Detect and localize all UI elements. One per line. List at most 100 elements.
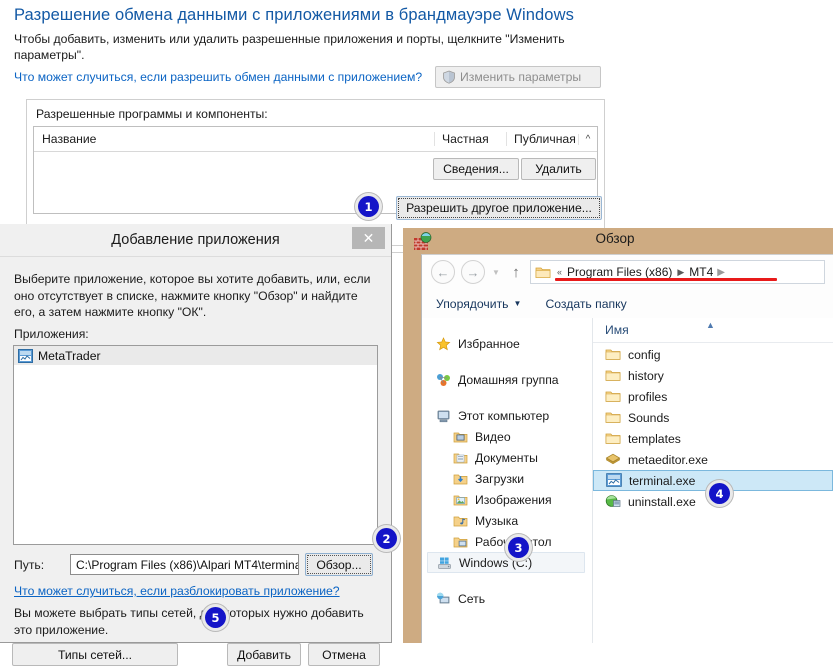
list-item-label: templates bbox=[628, 431, 681, 446]
network-types-button[interactable]: Типы сетей... bbox=[12, 643, 178, 666]
sidebar-item-windows-c[interactable]: Windows (C:) bbox=[427, 552, 585, 573]
dialog-body: Выберите приложение, которое вы хотите д… bbox=[0, 256, 391, 666]
metatrader-icon bbox=[606, 473, 622, 488]
apps-listbox[interactable]: MetaTrader bbox=[13, 345, 378, 545]
folder-icon bbox=[535, 265, 551, 279]
new-folder-label: Создать папку bbox=[545, 296, 627, 311]
documents-folder-icon bbox=[452, 450, 469, 465]
list-item-label: profiles bbox=[628, 389, 668, 404]
sidebar-item-label: Документы bbox=[475, 450, 538, 465]
allowed-programs-label: Разрешенные программы и компоненты: bbox=[36, 107, 268, 121]
allow-other-app-button[interactable]: Разрешить другое приложение... bbox=[396, 196, 602, 220]
pictures-folder-icon bbox=[452, 492, 469, 507]
column-header-private[interactable]: Частная bbox=[434, 132, 506, 146]
remove-button[interactable]: Удалить bbox=[521, 158, 596, 180]
sidebar-item-label: Загрузки bbox=[475, 471, 525, 486]
address-bar[interactable]: « Program Files (x86) ▶ MT4 ▶ bbox=[530, 260, 825, 284]
dialog-description: Выберите приложение, которое вы хотите д… bbox=[14, 272, 371, 319]
breadcrumb-expand-icon[interactable]: ▶ bbox=[715, 267, 725, 278]
arrow-right-icon[interactable]: → bbox=[461, 260, 485, 284]
downloads-folder-icon bbox=[452, 471, 469, 486]
music-folder-icon bbox=[452, 513, 469, 528]
sidebar-item-favorites[interactable]: Избранное bbox=[422, 333, 592, 354]
scroll-up-icon[interactable]: ^ bbox=[578, 133, 597, 145]
breadcrumb-program-files[interactable]: Program Files (x86) bbox=[565, 265, 674, 279]
sidebar-item-documents[interactable]: Документы bbox=[422, 447, 592, 468]
list-item[interactable]: MetaTrader bbox=[14, 346, 377, 365]
list-item[interactable]: metaeditor.exe bbox=[593, 449, 833, 470]
explorer-navigation-bar: ← → ▼ ↑ « Program Files (x86) ▶ MT4 ▶ bbox=[422, 255, 833, 289]
sidebar-item-pictures[interactable]: Изображения bbox=[422, 489, 592, 510]
arrow-left-icon[interactable]: ← bbox=[431, 260, 455, 284]
browse-explorer-window: Обзор ← → ▼ ↑ « Program Files (x86) ▶ MT… bbox=[403, 228, 833, 643]
close-icon[interactable]: ✕ bbox=[352, 227, 385, 249]
list-item[interactable]: templates bbox=[593, 428, 833, 449]
sidebar-item-this-pc[interactable]: Этот компьютер bbox=[422, 405, 592, 426]
add-application-dialog: Добавление приложения ✕ Выберите приложе… bbox=[0, 224, 392, 666]
details-button[interactable]: Сведения... bbox=[433, 158, 519, 180]
folder-icon bbox=[605, 431, 621, 446]
step-badge-2: 2 bbox=[376, 528, 397, 549]
sidebar-item-downloads[interactable]: Загрузки bbox=[422, 468, 592, 489]
chevron-down-icon[interactable]: ▼ bbox=[488, 268, 504, 277]
browse-button[interactable]: Обзор... bbox=[305, 553, 373, 576]
add-button[interactable]: Добавить bbox=[227, 643, 301, 666]
sidebar-item-label: Избранное bbox=[458, 336, 520, 351]
apps-list-label: Приложения: bbox=[14, 327, 89, 341]
cancel-button[interactable]: Отмена bbox=[308, 643, 380, 666]
navigation-pane: Избранное Домашняя группа Этот компьютер… bbox=[422, 318, 592, 643]
list-item[interactable]: profiles bbox=[593, 386, 833, 407]
address-highlight-underline bbox=[555, 278, 777, 281]
drive-icon bbox=[436, 555, 453, 570]
folder-icon bbox=[605, 389, 621, 404]
video-folder-icon bbox=[452, 429, 469, 444]
file-list-pane: Имя ▲ config history profiles Sounds tem… bbox=[593, 318, 833, 643]
path-input[interactable]: C:\Program Files (x86)\Alpari MT4\termin… bbox=[70, 554, 299, 575]
folder-icon bbox=[605, 368, 621, 383]
address-overflow[interactable]: « bbox=[554, 267, 565, 277]
column-header-public[interactable]: Публичная bbox=[506, 132, 578, 146]
sort-asc-icon: ▲ bbox=[706, 320, 715, 330]
list-item-label: metaeditor.exe bbox=[628, 452, 708, 467]
arrow-up-icon[interactable]: ↑ bbox=[506, 264, 526, 281]
step-badge-1: 1 bbox=[358, 196, 379, 217]
caret-down-icon: ▼ bbox=[513, 299, 522, 308]
explorer-titlebar[interactable]: Обзор bbox=[403, 228, 833, 254]
sidebar-item-video[interactable]: Видео bbox=[422, 426, 592, 447]
change-settings-label: Изменить параметры bbox=[460, 70, 582, 84]
explorer-toolbar: Упорядочить ▼ Создать папку bbox=[422, 289, 833, 319]
explorer-title: Обзор bbox=[595, 231, 635, 246]
firewall-help-link[interactable]: Что может случиться, если разрешить обме… bbox=[14, 70, 422, 84]
breadcrumb-mt4[interactable]: MT4 bbox=[687, 265, 715, 279]
new-folder-button[interactable]: Создать папку bbox=[521, 297, 626, 311]
column-header-name[interactable]: Название bbox=[34, 132, 434, 146]
list-item-label: Sounds bbox=[628, 410, 670, 425]
list-item-label: history bbox=[628, 368, 664, 383]
sidebar-item-music[interactable]: Музыка bbox=[422, 510, 592, 531]
uninstall-icon bbox=[605, 494, 621, 509]
sidebar-item-label: Музыка bbox=[475, 513, 519, 528]
sidebar-item-label: Этот компьютер bbox=[458, 408, 550, 423]
organize-button[interactable]: Упорядочить ▼ bbox=[422, 297, 521, 311]
sidebar-item-network[interactable]: Сеть bbox=[422, 588, 592, 609]
list-item-label: terminal.exe bbox=[629, 473, 696, 488]
list-item[interactable]: Sounds bbox=[593, 407, 833, 428]
change-settings-button[interactable]: Изменить параметры bbox=[435, 66, 601, 88]
step-badge-5: 5 bbox=[205, 607, 226, 628]
column-header-name[interactable]: Имя bbox=[593, 323, 629, 337]
explorer-content: Избранное Домашняя группа Этот компьютер… bbox=[422, 318, 833, 643]
unblock-help-link[interactable]: Что может случиться, если разблокировать… bbox=[14, 584, 340, 598]
sidebar-item-label: Изображения bbox=[475, 492, 552, 507]
shield-icon bbox=[442, 70, 456, 84]
path-label: Путь: bbox=[14, 558, 45, 572]
dialog-title: Добавление приложения bbox=[111, 232, 280, 248]
list-item[interactable]: config bbox=[593, 344, 833, 365]
folder-icon bbox=[605, 347, 621, 362]
step-badge-3: 3 bbox=[508, 537, 529, 558]
list-item[interactable]: history bbox=[593, 365, 833, 386]
sidebar-item-homegroup[interactable]: Домашняя группа bbox=[422, 369, 592, 390]
file-list-header: Имя ▲ bbox=[593, 318, 833, 343]
sidebar-item-desktop[interactable]: Рабочий стол bbox=[422, 531, 592, 552]
